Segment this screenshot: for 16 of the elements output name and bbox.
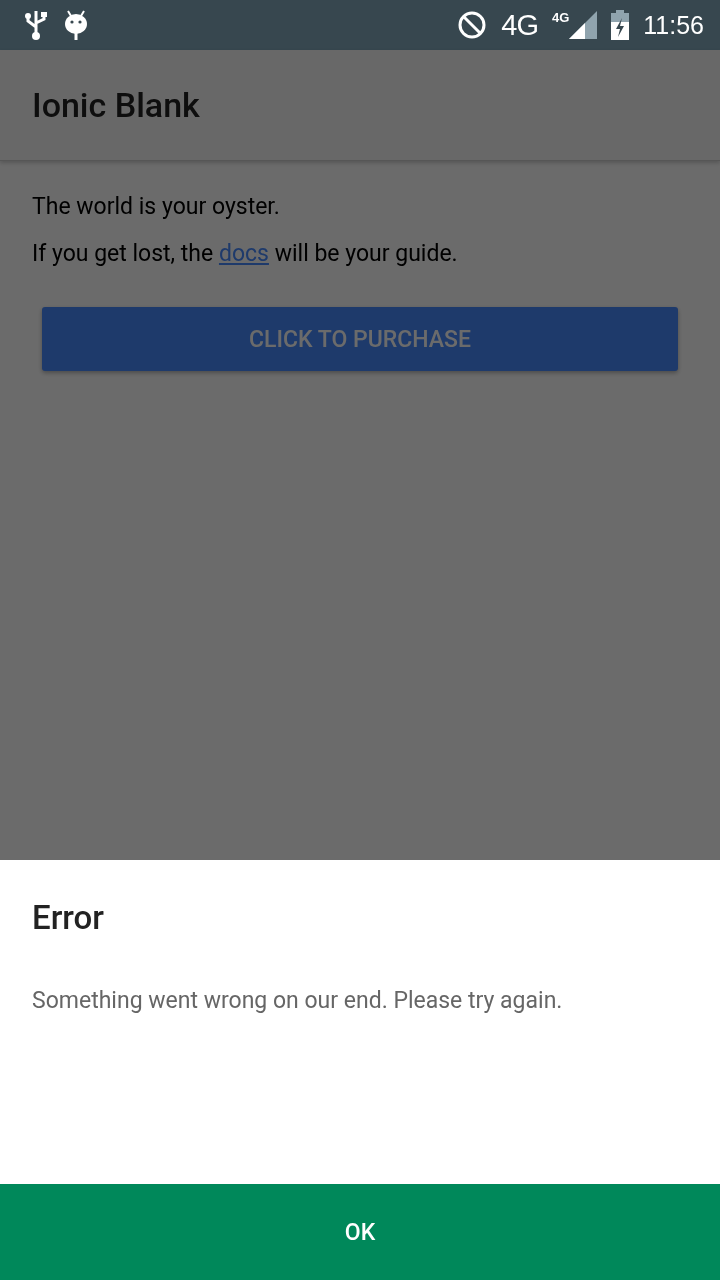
- docs-link[interactable]: docs: [218, 240, 269, 267]
- purchase-button[interactable]: CLICK TO PURCHASE: [42, 307, 678, 371]
- paragraph: If you get lost, the docs will be your guide.: [32, 240, 459, 267]
- dialog-message: Something went wrong on our end. Please try again.: [32, 987, 564, 1014]
- network-type: 4G: [501, 10, 538, 40]
- network-type: 4G: [551, 10, 570, 25]
- blocked-icon: [457, 10, 488, 40]
- paragraph: The world is your oyster.: [32, 193, 281, 220]
- usb-icon: [24, 9, 48, 41]
- ok-button[interactable]: OK: [0, 1184, 720, 1280]
- page-title: Ionic Blank: [32, 85, 200, 125]
- dialog-title: Error: [32, 898, 105, 937]
- battery-icon: [611, 10, 630, 40]
- clock-time: 11:56: [643, 10, 704, 40]
- android-icon: [62, 9, 90, 41]
- signal-icon: [569, 11, 598, 39]
